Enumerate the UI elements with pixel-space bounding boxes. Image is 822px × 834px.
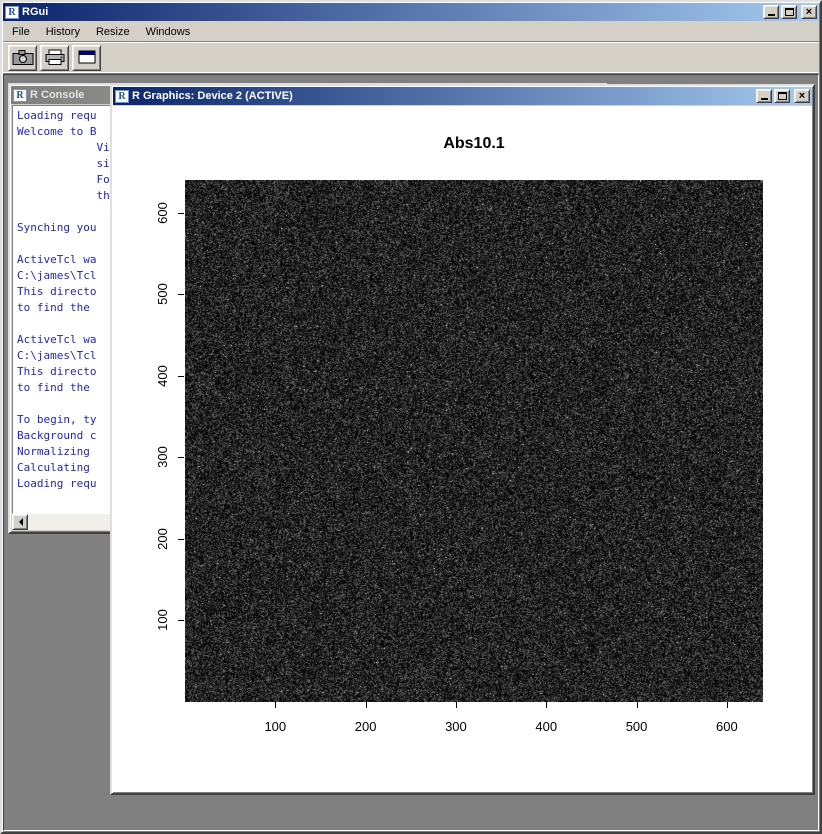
graphics-close-button[interactable]: × bbox=[794, 89, 810, 103]
x-axis-label: 300 bbox=[434, 719, 478, 734]
maximize-button[interactable] bbox=[781, 5, 797, 19]
minimize-icon bbox=[768, 14, 775, 16]
plot-area: Abs10.1 100 200 300 400 500 600 100 200 300 400 50… bbox=[113, 106, 812, 792]
y-axis-label: 400 bbox=[155, 354, 171, 398]
close-icon: × bbox=[806, 7, 812, 17]
x-axis-label: 100 bbox=[253, 719, 297, 734]
mdi-workspace: R R Console × Loading requ Welcome to B … bbox=[3, 74, 819, 831]
toolbar bbox=[3, 41, 819, 74]
scroll-left-button[interactable] bbox=[12, 514, 28, 530]
camera-icon bbox=[12, 49, 34, 66]
x-axis-tick bbox=[366, 702, 367, 708]
window-title: RGui bbox=[22, 6, 760, 18]
close-icon: × bbox=[799, 91, 805, 101]
graphics-window: R R Graphics: Device 2 (ACTIVE) × Abs10.… bbox=[110, 84, 815, 795]
close-button[interactable]: × bbox=[801, 5, 817, 19]
menu-windows[interactable]: Windows bbox=[138, 24, 199, 40]
arrow-left-icon bbox=[15, 518, 23, 526]
y-axis-tick bbox=[178, 294, 184, 295]
x-axis-tick bbox=[456, 702, 457, 708]
menu-resize[interactable]: Resize bbox=[88, 24, 138, 40]
console-app-icon: R bbox=[13, 89, 27, 102]
x-axis-tick bbox=[727, 702, 728, 708]
graphics-titlebar[interactable]: R R Graphics: Device 2 (ACTIVE) × bbox=[113, 87, 812, 105]
graphics-minimize-button[interactable] bbox=[756, 89, 772, 103]
window-icon bbox=[76, 49, 98, 66]
graphics-maximize-button[interactable] bbox=[774, 89, 790, 103]
camera-button[interactable] bbox=[8, 45, 37, 71]
y-axis-tick bbox=[178, 620, 184, 621]
app-icon: R bbox=[5, 6, 19, 19]
minimize-icon bbox=[761, 98, 768, 100]
print-button[interactable] bbox=[40, 45, 69, 71]
minimize-button[interactable] bbox=[763, 5, 779, 19]
maximize-icon bbox=[785, 8, 794, 16]
window-controls: × bbox=[763, 5, 817, 19]
y-axis-label: 500 bbox=[155, 272, 171, 316]
microarray-image bbox=[185, 180, 763, 702]
y-axis-label: 100 bbox=[155, 598, 171, 642]
x-axis-tick bbox=[637, 702, 638, 708]
main-titlebar[interactable]: R RGui × bbox=[3, 3, 819, 21]
x-axis-label: 600 bbox=[705, 719, 749, 734]
menu-bar: File History Resize Windows bbox=[3, 22, 819, 41]
y-axis-tick bbox=[178, 376, 184, 377]
x-axis-label: 200 bbox=[344, 719, 388, 734]
plot-title: Abs10.1 bbox=[185, 135, 763, 153]
windows-button[interactable] bbox=[72, 45, 101, 71]
maximize-icon bbox=[778, 92, 787, 100]
graphics-title: R Graphics: Device 2 (ACTIVE) bbox=[132, 90, 753, 102]
y-axis-tick bbox=[178, 213, 184, 214]
rgui-window: R RGui × File History Resize Windows bbox=[0, 0, 822, 834]
graphics-window-controls: × bbox=[756, 89, 810, 103]
y-axis-tick bbox=[178, 457, 184, 458]
y-axis-label: 200 bbox=[155, 517, 171, 561]
x-axis-label: 400 bbox=[524, 719, 568, 734]
y-axis-label: 600 bbox=[155, 191, 171, 235]
x-axis-tick bbox=[275, 702, 276, 708]
menu-file[interactable]: File bbox=[4, 24, 38, 40]
x-axis-label: 500 bbox=[615, 719, 659, 734]
graphics-app-icon: R bbox=[115, 90, 129, 103]
menu-history[interactable]: History bbox=[38, 24, 88, 40]
y-axis-label: 300 bbox=[155, 435, 171, 479]
y-axis-tick bbox=[178, 539, 184, 540]
printer-icon bbox=[44, 49, 66, 66]
x-axis-tick bbox=[546, 702, 547, 708]
